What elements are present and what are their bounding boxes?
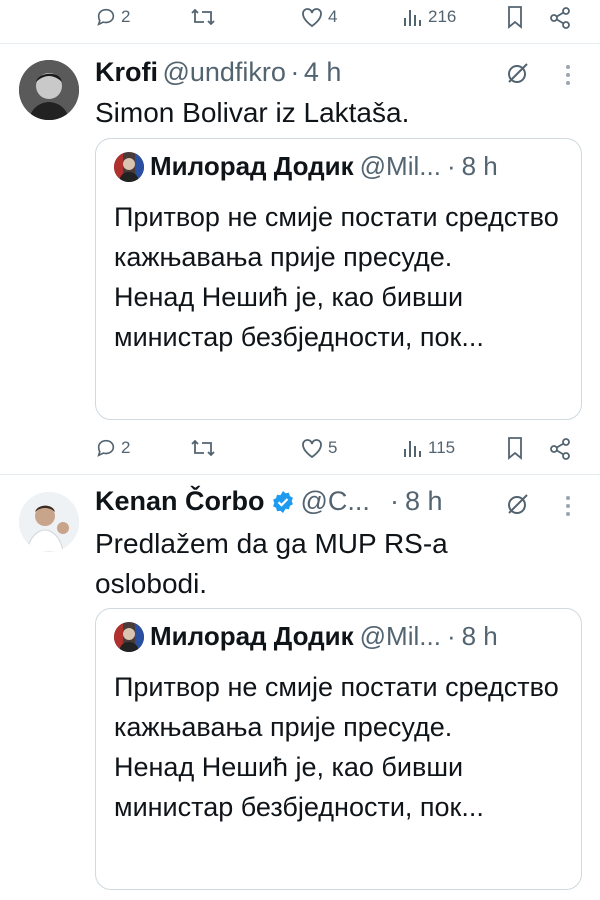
tweet-text: Predlažem da ga MUP RS-a oslobodi. [95,528,448,599]
repost-button[interactable] [190,437,216,459]
views-count: 115 [428,438,456,457]
more-icon[interactable] [566,65,570,85]
avatar[interactable] [19,492,79,552]
quote-author-handle: @Mil... [359,621,441,651]
quote-avatar [114,621,144,652]
tweet-header: Kenan Čorbo @C... · 8 h [95,486,442,517]
quoted-tweet[interactable]: Милорад Додик @Mil... · 8 h Притвор не с… [95,138,582,420]
quote-author-handle: @Mil... [359,151,441,181]
grok-icon[interactable] [505,60,531,86]
separator: · [446,621,456,651]
tweet-text: Simon Bolivar iz Laktaša. [95,97,410,128]
quote-avatar [114,151,144,182]
quote-text: Притвор не смије постати средство кажњав… [114,197,574,357]
quote-header: Милорад Додик @Mil... · 8 h [114,151,498,182]
like-count: 5 [328,438,338,457]
reply-icon [97,8,115,26]
tweet-header: Krofi @undfikro · 4 h [95,57,341,88]
quote-line: Притвор не смије постати средство кажњав… [114,672,559,742]
share-icon [550,7,570,29]
reply-icon [97,439,115,457]
author-name[interactable]: Kenan Čorbo [95,486,265,517]
repost-icon [191,439,215,457]
repost-button[interactable] [190,6,216,28]
avatar[interactable] [19,60,79,120]
views-count: 216 [428,7,457,26]
separator: · [446,151,456,181]
views-icon [404,10,421,26]
timestamp[interactable]: 8 h [405,486,443,517]
timestamp[interactable]: 4 h [304,57,342,87]
verified-badge-icon [272,490,293,513]
views-button[interactable]: 115 [402,437,455,459]
author-handle[interactable]: @C... [301,486,370,517]
quote-timestamp: 8 h [461,151,498,181]
quote-author-name: Милорад Додик [150,151,354,181]
bookmark-button[interactable] [505,436,525,460]
bookmark-icon [508,6,522,29]
reply-count: 2 [121,438,131,457]
quote-line: Притвор не смије постати средство кажњав… [114,202,559,272]
share-icon [550,438,570,460]
quote-author-name: Милорад Додик [150,621,354,651]
separator: · [290,57,300,87]
views-icon [404,441,421,457]
bookmark-icon [508,437,522,460]
like-icon [302,439,322,459]
author-handle[interactable]: @undfikro [162,57,285,87]
reply-button[interactable]: 2 [95,437,130,459]
reply-count: 2 [121,7,131,26]
like-button[interactable]: 4 [300,6,337,28]
reply-button[interactable]: 2 [95,6,130,28]
quoted-tweet[interactable]: Милорад Додик @Mil... · 8 h Притвор не с… [95,608,582,890]
like-button[interactable]: 5 [300,437,337,459]
divider [0,43,600,44]
quote-header: Милорад Додик @Mil... · 8 h [114,621,498,652]
author-name[interactable]: Krofi [95,57,158,87]
like-icon [302,8,322,28]
views-button[interactable]: 216 [402,6,456,28]
quote-timestamp: 8 h [461,621,498,651]
share-button[interactable] [548,6,572,30]
quote-line: Ненад Нешић је, као бивши министар безбј… [114,282,484,352]
share-button[interactable] [548,437,572,461]
more-icon[interactable] [566,496,570,516]
bookmark-button[interactable] [505,5,525,29]
like-count: 4 [328,7,338,26]
separator: · [389,486,399,516]
repost-icon [191,8,215,26]
quote-line: Ненад Нешић је, као бивши министар безбј… [114,752,484,822]
quote-text: Притвор не смије постати средство кажњав… [114,667,574,827]
grok-icon[interactable] [505,491,531,517]
divider [0,474,600,475]
